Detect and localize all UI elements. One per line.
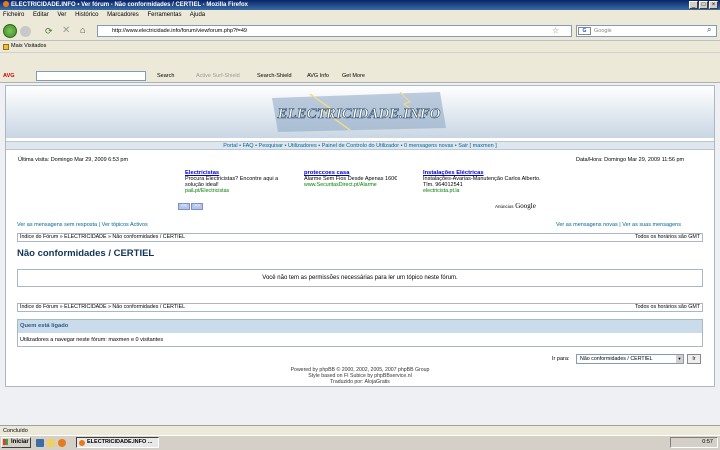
google-logo: Google bbox=[515, 202, 536, 210]
chevron-down-icon[interactable]: ▼ bbox=[676, 355, 683, 363]
menu-file[interactable]: Ficheiro bbox=[3, 12, 24, 18]
avg-search-button[interactable]: Search bbox=[157, 69, 174, 83]
minimize-button[interactable]: _ bbox=[689, 1, 698, 9]
home-icon[interactable]: ⌂ bbox=[80, 25, 85, 35]
avg-active-surf-shield[interactable]: Active Surf-Shield bbox=[196, 69, 240, 83]
site-top-nav[interactable]: Portal • FAQ • Pesquisar • Utilizadores … bbox=[6, 141, 714, 150]
back-button[interactable] bbox=[3, 24, 17, 38]
ad-url[interactable]: electricista.pt.la bbox=[423, 188, 543, 194]
url-field[interactable]: http://www.electricidade.info/forum/view… bbox=[97, 25, 572, 37]
forward-button[interactable] bbox=[20, 26, 31, 37]
close-button[interactable]: × bbox=[709, 1, 718, 9]
current-datetime: Data/Hora: Domingo Mar 29, 2009 11:56 pm bbox=[576, 157, 685, 163]
ads-by-google[interactable]: Anúncios Google bbox=[495, 202, 536, 210]
window-title-bar: ELECTRICIDADE.INFO • Ver fórum - Não con… bbox=[0, 0, 720, 10]
menu-help[interactable]: Ajuda bbox=[190, 12, 205, 18]
taskbar-item-firefox[interactable]: ELECTRICIDADE.INFO ... bbox=[76, 437, 159, 448]
breadcrumb[interactable]: Índice do Fórum » ELECTRICIDADE » Não co… bbox=[20, 304, 185, 310]
firefox-icon bbox=[3, 1, 9, 8]
status-bar: Concluído bbox=[0, 425, 720, 435]
bookmarks-bar: Mais Visitados bbox=[0, 41, 720, 52]
reload-icon[interactable]: ⟳ bbox=[45, 26, 53, 37]
google-engine-icon[interactable]: G bbox=[578, 27, 591, 35]
last-visit-text: Última visita: Domingo Mar 29, 2009 6:53… bbox=[18, 157, 129, 163]
avg-search-input[interactable] bbox=[36, 71, 146, 81]
ad-block-1[interactable]: Electricistas Procura Electricistas? Enc… bbox=[185, 170, 295, 194]
system-tray: 0:57 bbox=[670, 437, 718, 448]
site-logo-text: ELECTRICIDADE.INFO bbox=[277, 106, 441, 122]
who-is-online-title: Quem está ligado bbox=[18, 320, 702, 333]
menu-bookmarks[interactable]: Marcadores bbox=[107, 12, 139, 18]
maximize-button[interactable]: □ bbox=[699, 1, 708, 9]
site-logo[interactable]: ELECTRICIDADE.INFO bbox=[270, 90, 448, 134]
new-messages-links[interactable]: Ver as mensagens novas | Ver as suas men… bbox=[556, 222, 681, 228]
ad-text: Procura Electricistas? Encontre aqui a s… bbox=[185, 176, 279, 188]
ad-block-3[interactable]: Instalações Eléctricas Instalações-Avari… bbox=[423, 170, 543, 194]
window-title: ELECTRICIDADE.INFO • Ver fórum - Não con… bbox=[11, 2, 249, 8]
menu-edit[interactable]: Editar bbox=[33, 12, 49, 18]
status-text: Concluído bbox=[3, 428, 28, 434]
avg-search-shield[interactable]: Search-Shield bbox=[257, 69, 292, 83]
ad-block-2[interactable]: proteccoes casa Alarme Sem Fios Desde Ap… bbox=[304, 170, 419, 188]
footer: Powered by phpBB © 2000, 2002, 2005, 200… bbox=[0, 367, 720, 385]
quicklaunch-folder-icon[interactable] bbox=[47, 439, 55, 447]
breadcrumb-top: Índice do Fórum » ELECTRICIDADE » Não co… bbox=[17, 233, 703, 242]
jump-select[interactable]: Não conformidades / CERTIEL ▼ bbox=[576, 354, 684, 364]
forum-title[interactable]: Não conformidades / CERTIEL bbox=[17, 248, 154, 259]
ad-url[interactable]: paiLpt/Electricistas bbox=[185, 188, 295, 194]
stop-icon[interactable]: ✕ bbox=[62, 25, 70, 36]
menu-view[interactable]: Ver bbox=[57, 12, 66, 18]
quicklaunch-ie-icon[interactable] bbox=[36, 439, 44, 447]
ad-url[interactable]: www.SecuritasDirect.pt/Alarme bbox=[304, 182, 419, 188]
search-go-icon[interactable]: ⌕ bbox=[707, 25, 711, 35]
jump-go-button[interactable]: Ir bbox=[687, 354, 701, 364]
taskbar-firefox-icon bbox=[79, 440, 85, 446]
avg-logo[interactable]: AVG bbox=[3, 69, 15, 83]
avg-info-button[interactable]: AVG Info bbox=[307, 69, 329, 83]
menu-bar: Ficheiro Editar Ver Histórico Marcadores… bbox=[0, 10, 720, 21]
search-field[interactable]: Google bbox=[576, 25, 717, 37]
timezone-note: Todos os horários são GMT bbox=[634, 234, 700, 240]
windows-logo-icon bbox=[3, 439, 8, 445]
empty-toolbar bbox=[0, 52, 720, 69]
avg-get-more[interactable]: Get More bbox=[342, 69, 365, 83]
who-is-online-text: Utilizadores a navegar neste fórum: maxm… bbox=[20, 337, 164, 343]
footer-translation: Traduzido por: AlojaGratis bbox=[330, 379, 390, 385]
menu-history[interactable]: Histórico bbox=[75, 12, 98, 18]
breadcrumb-bottom: Índice do Fórum » ELECTRICIDADE » Não co… bbox=[17, 303, 703, 312]
ad-prev-icon[interactable]: << bbox=[178, 203, 190, 210]
ads-label: Anúncios bbox=[495, 204, 514, 209]
bookmark-folder-icon bbox=[3, 44, 9, 50]
permission-message: Você não tem as permissões necessárias p… bbox=[17, 269, 703, 287]
ad-text: Instalações-Avarias-Manutenção Carlos Al… bbox=[423, 176, 541, 188]
jump-select-value: Não conformidades / CERTIEL bbox=[580, 356, 653, 362]
breadcrumb[interactable]: Índice do Fórum » ELECTRICIDADE » Não co… bbox=[20, 234, 185, 240]
timezone-note: Todos os horários são GMT bbox=[634, 304, 700, 310]
ad-next-icon[interactable]: >> bbox=[191, 203, 203, 210]
star-icon[interactable]: ☆ bbox=[552, 26, 559, 35]
bookmark-most-visited[interactable]: Mais Visitados bbox=[11, 43, 46, 49]
quicklaunch-firefox-icon[interactable] bbox=[58, 439, 66, 447]
unanswered-links[interactable]: Ver as mensagens sem resposta | Ver tópi… bbox=[17, 222, 148, 228]
jump-label: Ir para: bbox=[552, 356, 570, 362]
clock[interactable]: 0:57 bbox=[702, 439, 713, 445]
menu-tools[interactable]: Ferramentas bbox=[147, 12, 181, 18]
